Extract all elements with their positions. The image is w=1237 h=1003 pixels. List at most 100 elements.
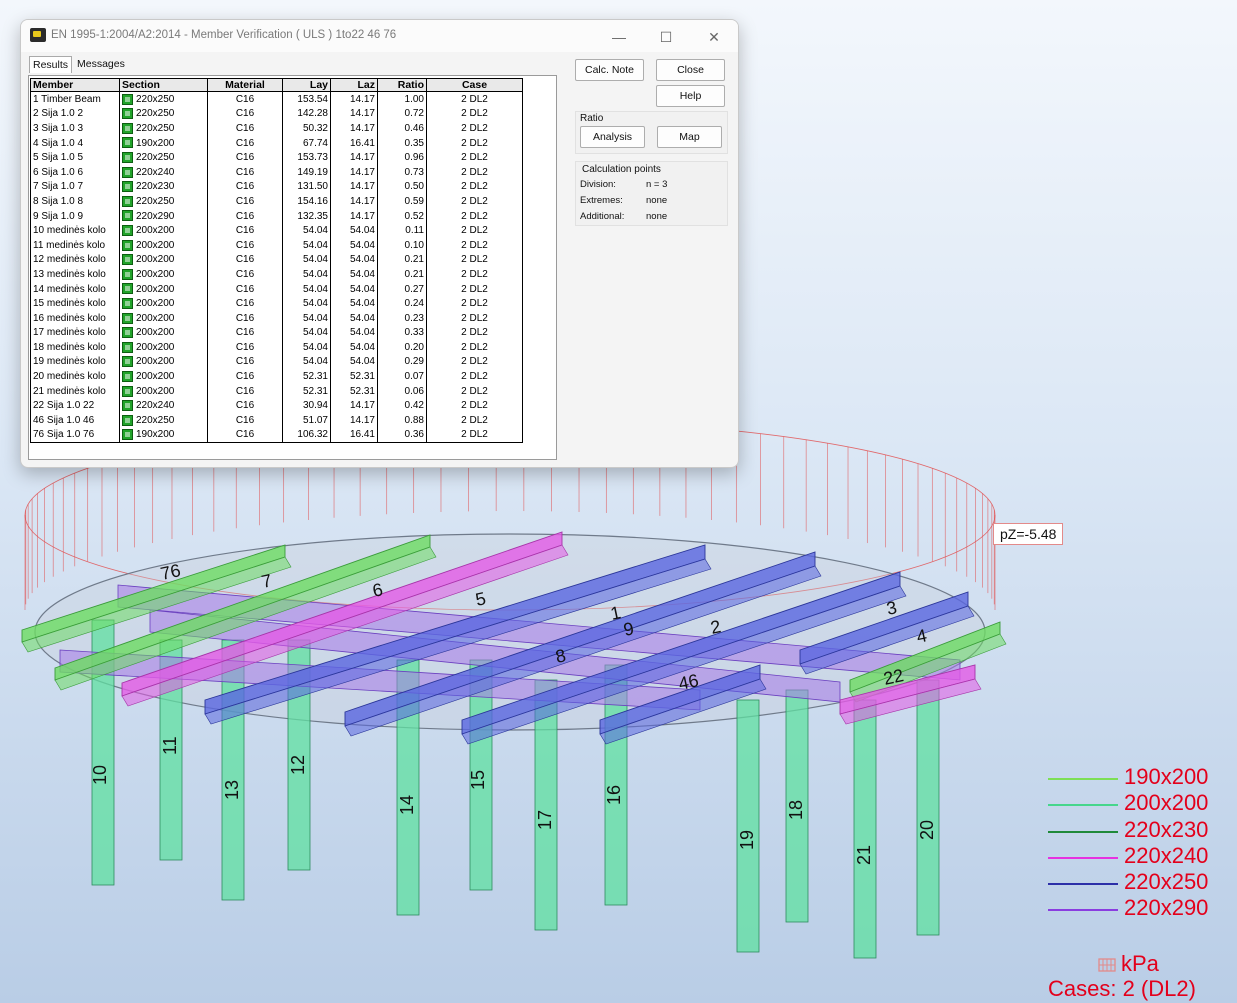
table-cell-material: C16 — [207, 340, 283, 355]
beam-label: 46 — [677, 670, 701, 694]
cell-text: 2 DL2 — [461, 152, 488, 164]
table-row[interactable]: 22 Sija 1.0 22 220x240 C16 30.94 14.17 0.42 2 … — [30, 398, 523, 414]
ratio-group-title: Ratio — [580, 113, 604, 124]
table-row[interactable]: 10 medinės kolo 200x200 C16 54.04 54.04 0.11 2… — [30, 223, 523, 238]
legend-item: 220x290 — [1048, 895, 1233, 922]
table-cell-ratio: 0.46 — [377, 121, 427, 136]
cell-text: 54.04 — [302, 239, 328, 251]
table-cell-ratio: 0.07 — [377, 369, 427, 384]
table-cell-case: 2 DL2 — [426, 310, 523, 326]
table-cell-case: 2 DL2 — [426, 106, 523, 122]
table-row[interactable]: 8 Sija 1.0 8 220x250 C16 154.16 14.17 0.59 2 D… — [30, 194, 523, 209]
table-cell-member: 46 Sija 1.0 46 — [30, 413, 120, 428]
map-button[interactable]: Map — [657, 126, 722, 148]
legend-item: 190x200 — [1048, 764, 1233, 791]
cell-text: C16 — [235, 400, 255, 412]
col-header-ratio[interactable]: Ratio — [377, 78, 427, 92]
beam-label: 76 — [159, 560, 183, 584]
table-cell-case: 2 DL2 — [426, 121, 523, 136]
table-row[interactable]: 7 Sija 1.0 7 220x230 C16 131.50 14.17 0.50 2 D… — [30, 179, 523, 195]
cell-text: C16 — [235, 254, 255, 266]
table-row[interactable]: 16 medinės kolo 200x200 C16 54.04 54.04 0.23 2… — [30, 310, 523, 326]
table-row[interactable]: 3 Sija 1.0 3 220x250 C16 50.32 14.17 0.46 2 DL… — [30, 121, 523, 136]
minimize-button[interactable]: — — [598, 24, 640, 50]
table-cell-member: 9 Sija 1.0 9 — [30, 208, 120, 224]
table-row[interactable]: 9 Sija 1.0 9 220x290 C16 132.35 14.17 0.52 2 D… — [30, 208, 523, 224]
cell-text: 14.17 — [349, 400, 375, 412]
col-header-laz[interactable]: Laz — [330, 78, 378, 92]
legend-item: 220x230 — [1048, 817, 1233, 844]
table-cell-case: 2 DL2 — [426, 398, 523, 414]
table-row[interactable]: 2 Sija 1.0 2 220x250 C16 142.28 14.17 0.72 2 D… — [30, 106, 523, 122]
unit-text: kPa — [1121, 951, 1159, 976]
tab-messages[interactable]: Messages — [74, 56, 128, 72]
col-header-section[interactable]: Section — [119, 78, 208, 92]
results-table-area[interactable]: Member Section Material Lay Laz Ratio Ca… — [28, 75, 557, 460]
col-header-member[interactable]: Member — [30, 78, 120, 92]
cell-text: 54.04 — [302, 283, 328, 295]
section-icon — [122, 429, 133, 441]
cell-text: 20 medinės kolo — [33, 371, 106, 383]
table-row[interactable]: 21 medinės kolo 200x200 C16 52.31 52.31 0.06 2… — [30, 383, 523, 399]
close-button[interactable]: Close — [656, 59, 725, 81]
table-row[interactable]: 19 medinės kolo 200x200 C16 54.04 54.04 0.29 2… — [30, 354, 523, 370]
table-row[interactable]: 11 medinės kolo 200x200 C16 54.04 54.04 0.10 2… — [30, 237, 523, 253]
cell-text: 200x200 — [136, 341, 175, 353]
member-verification-window[interactable]: EN 1995-1:2004/A2:2014 - Member Verifica… — [20, 19, 739, 468]
close-window-button[interactable]: ✕ — [693, 24, 735, 50]
cell-text: 54.04 — [302, 341, 328, 353]
table-cell-section: 200x200 — [119, 310, 208, 326]
table-row[interactable]: 13 medinės kolo 200x200 C16 54.04 54.04 0.21 2… — [30, 267, 523, 282]
cell-text: 54.04 — [349, 283, 375, 295]
tab-results[interactable]: Results — [29, 56, 73, 73]
legend-label: 220x290 — [1124, 895, 1209, 921]
table-cell-ratio: 0.50 — [377, 179, 427, 195]
cell-text: C16 — [235, 414, 255, 426]
table-cell-laz: 52.31 — [330, 369, 378, 384]
col-header-lay[interactable]: Lay — [282, 78, 331, 92]
cell-text: 200x200 — [136, 327, 175, 339]
table-row[interactable]: 12 medinės kolo 200x200 C16 54.04 54.04 0.21 2… — [30, 252, 523, 268]
analysis-button[interactable]: Analysis — [580, 126, 645, 148]
cell-text: 4 Sija 1.0 4 — [33, 137, 84, 149]
cell-text: 0.73 — [404, 166, 424, 178]
table-row[interactable]: 17 medinės kolo 200x200 C16 54.04 54.04 0.33 2… — [30, 325, 523, 341]
help-button[interactable]: Help — [656, 85, 725, 107]
table-row[interactable]: 4 Sija 1.0 4 190x200 C16 67.74 16.41 0.35 2 DL… — [30, 135, 523, 151]
section-icon — [122, 327, 133, 339]
cell-text: 2 DL2 — [461, 312, 488, 324]
section-icon — [122, 400, 133, 412]
cell-text: 54.04 — [302, 254, 328, 266]
cell-text: 54.04 — [302, 356, 328, 368]
table-row[interactable]: 20 medinės kolo 200x200 C16 52.31 52.31 0.07 2… — [30, 369, 523, 384]
table-row[interactable]: 1 Timber Beam 220x250 C16 153.54 14.17 1.00 2 … — [30, 91, 523, 107]
calc-note-button[interactable]: Calc. Note — [575, 59, 644, 81]
table-cell-laz: 14.17 — [330, 179, 378, 195]
table-row[interactable]: 18 medinės kolo 200x200 C16 54.04 54.04 0.20 2… — [30, 340, 523, 355]
table-row[interactable]: 6 Sija 1.0 6 220x240 C16 149.19 14.17 0.73 2 D… — [30, 164, 523, 180]
cell-text: 0.42 — [404, 400, 424, 412]
cell-text: 220x240 — [136, 166, 175, 178]
cell-text: 0.88 — [404, 414, 424, 426]
cell-text: 13 medinės kolo — [33, 268, 106, 280]
table-row[interactable]: 14 medinės kolo 200x200 C16 54.04 54.04 0.27 2… — [30, 281, 523, 297]
legend-label: 200x200 — [1124, 790, 1209, 816]
results-table[interactable]: Member Section Material Lay Laz Ratio Ca… — [30, 78, 523, 444]
table-row[interactable]: 76 Sija 1.0 76 190x200 C16 106.32 16.41 0.36 2… — [30, 427, 523, 444]
cell-text: 0.21 — [404, 254, 424, 266]
cell-text: 220x250 — [136, 93, 175, 105]
cell-text: 0.24 — [404, 298, 424, 310]
table-cell-material: C16 — [207, 150, 283, 165]
table-cell-lay: 54.04 — [282, 310, 331, 326]
table-row[interactable]: 15 medinės kolo 200x200 C16 54.04 54.04 0.24 2… — [30, 296, 523, 311]
table-row[interactable]: 5 Sija 1.0 5 220x250 C16 153.73 14.17 0.96 2 D… — [30, 150, 523, 165]
additional-value: none — [646, 211, 668, 222]
table-row[interactable]: 46 Sija 1.0 46 220x250 C16 51.07 14.17 0.88 2 … — [30, 413, 523, 428]
col-header-material[interactable]: Material — [207, 78, 283, 92]
col-header-case[interactable]: Case — [426, 78, 523, 92]
cell-text: 220x250 — [136, 195, 175, 207]
maximize-button[interactable]: ☐ — [645, 24, 687, 50]
cell-text: 30.94 — [302, 400, 328, 412]
window-titlebar[interactable]: EN 1995-1:2004/A2:2014 - Member Verifica… — [21, 20, 738, 52]
table-cell-case: 2 DL2 — [426, 223, 523, 238]
